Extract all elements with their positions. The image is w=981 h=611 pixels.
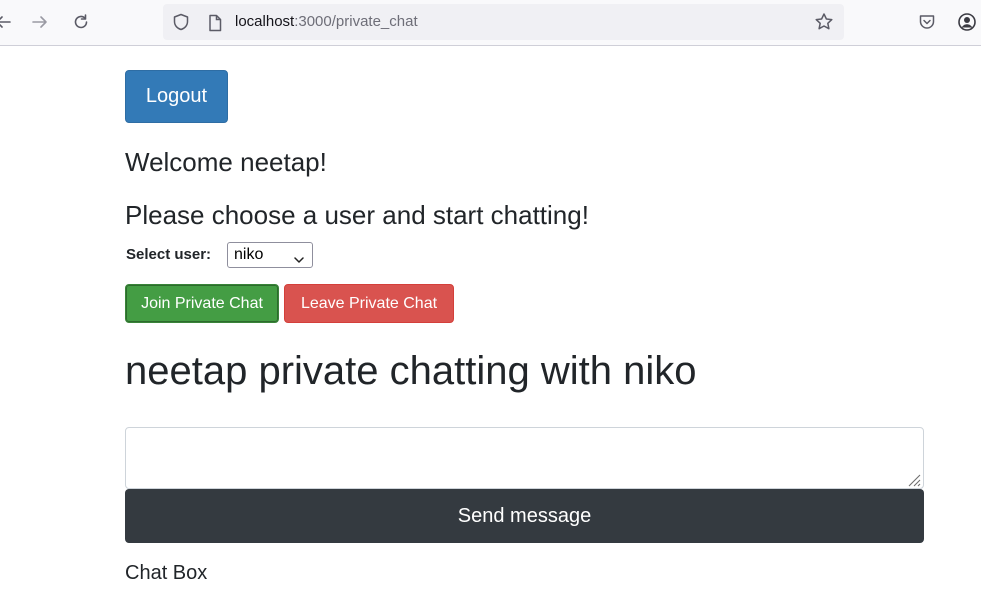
user-select-value: niko	[234, 246, 264, 263]
chat-heading: neetap private chatting with niko	[125, 349, 697, 393]
leave-private-chat-button[interactable]: Leave Private Chat	[284, 284, 454, 323]
bookmark-star-icon[interactable]	[814, 12, 834, 37]
forward-arrow-icon[interactable]	[29, 11, 51, 33]
account-icon[interactable]	[956, 11, 978, 33]
send-message-button[interactable]: Send message	[125, 489, 924, 543]
choose-user-heading: Please choose a user and start chatting!	[125, 200, 589, 230]
chevron-down-icon	[294, 251, 304, 269]
select-user-label: Select user:	[126, 246, 212, 263]
reload-icon[interactable]	[70, 11, 92, 33]
pocket-icon[interactable]	[916, 11, 938, 33]
welcome-heading: Welcome neetap!	[125, 147, 327, 177]
browser-toolbar: localhost:3000/private_chat	[0, 0, 981, 46]
back-arrow-icon[interactable]	[0, 11, 14, 33]
logout-button[interactable]: Logout	[125, 70, 228, 123]
message-input[interactable]	[125, 427, 924, 489]
shield-icon[interactable]	[172, 13, 190, 36]
url-host: localhost	[235, 13, 295, 30]
join-private-chat-button[interactable]: Join Private Chat	[125, 284, 279, 323]
chat-box-label: Chat Box	[125, 562, 208, 584]
url-bar[interactable]: localhost:3000/private_chat	[163, 4, 844, 40]
url-text[interactable]: localhost:3000/private_chat	[235, 13, 418, 31]
page-icon[interactable]	[207, 14, 223, 37]
user-select[interactable]: niko	[227, 242, 313, 268]
url-path: :3000/private_chat	[294, 13, 418, 30]
